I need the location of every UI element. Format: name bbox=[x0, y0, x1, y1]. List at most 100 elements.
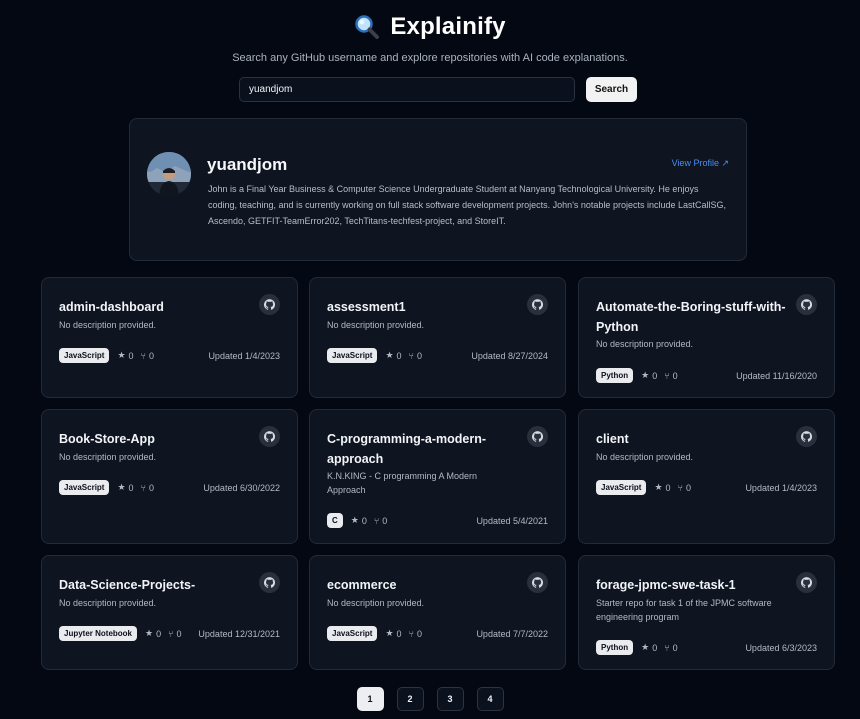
repo-description: No description provided. bbox=[327, 598, 425, 608]
pagination: 1 2 3 4 bbox=[0, 687, 860, 711]
title-row: Explainify bbox=[0, 10, 860, 44]
header: Explainify Search any GitHub username an… bbox=[0, 10, 860, 64]
language-badge: Python bbox=[596, 368, 634, 383]
repo-description: No description provided. bbox=[327, 320, 425, 330]
updated-date: Updated 11/16/2020 bbox=[736, 370, 817, 381]
repo-meta: JavaScript ★ 0 ⑂ 0 Updated 6/30/2022 bbox=[59, 480, 280, 495]
github-icon[interactable] bbox=[527, 294, 548, 315]
repo-meta: JavaScript ★ 0 ⑂ 0 Updated 1/4/2023 bbox=[59, 348, 280, 363]
star-icon: ★ bbox=[385, 628, 394, 638]
updated-date: Updated 1/4/2023 bbox=[745, 482, 817, 493]
app-subtitle: Search any GitHub username and explore r… bbox=[232, 52, 628, 64]
language-badge: C bbox=[327, 513, 343, 528]
repo-card[interactable]: Data-Science-Projects- No description pr… bbox=[41, 555, 298, 670]
repo-name: C-programming-a-modern-approach bbox=[327, 432, 487, 466]
repo-description: No description provided. bbox=[596, 339, 694, 349]
repo-name: Data-Science-Projects- bbox=[59, 578, 196, 592]
updated-date: Updated 1/4/2023 bbox=[208, 350, 280, 361]
language-badge: JavaScript bbox=[327, 626, 378, 641]
repo-description: Starter repo for task 1 of the JPMC soft… bbox=[596, 598, 772, 622]
repo-meta: JavaScript ★ 0 ⑂ 0 Updated 7/7/2022 bbox=[327, 626, 548, 641]
repo-meta: Python ★ 0 ⑂ 0 Updated 11/16/2020 bbox=[596, 368, 817, 383]
profile-card: yuandjom View Profile ↗ John is a Final … bbox=[129, 118, 747, 261]
star-icon: ★ bbox=[145, 628, 154, 638]
repo-name: admin-dashboard bbox=[59, 300, 164, 314]
fork-icon: ⑂ bbox=[140, 482, 146, 493]
forks-stat: ⑂ 0 bbox=[664, 370, 678, 381]
stars-stat: ★ 0 bbox=[145, 628, 162, 639]
view-profile-link[interactable]: View Profile ↗ bbox=[672, 158, 729, 169]
fork-icon: ⑂ bbox=[677, 482, 683, 493]
profile-username: yuandjom bbox=[207, 155, 288, 174]
updated-date: Updated 7/7/2022 bbox=[476, 628, 548, 639]
language-badge: JavaScript bbox=[59, 348, 110, 363]
repo-name: Book-Store-App bbox=[59, 432, 155, 446]
star-icon: ★ bbox=[385, 350, 394, 360]
github-icon[interactable] bbox=[796, 426, 817, 447]
stars-stat: ★ 0 bbox=[117, 482, 134, 493]
repo-meta: Python ★ 0 ⑂ 0 Updated 6/3/2023 bbox=[596, 640, 817, 655]
star-icon: ★ bbox=[350, 515, 359, 525]
fork-icon: ⑂ bbox=[664, 370, 670, 381]
repo-meta: Jupyter Notebook ★ 0 ⑂ 0 Updated 12/31/202… bbox=[59, 626, 280, 641]
repo-card[interactable]: Book-Store-App No description provided. … bbox=[41, 409, 298, 544]
fork-icon: ⑂ bbox=[168, 628, 174, 639]
magnifying-glass-icon bbox=[354, 14, 380, 40]
fork-icon: ⑂ bbox=[140, 350, 146, 361]
stars-stat: ★ 0 bbox=[385, 628, 402, 639]
repo-meta: JavaScript ★ 0 ⑂ 0 Updated 8/27/2024 bbox=[327, 348, 548, 363]
repo-description: No description provided. bbox=[596, 452, 694, 462]
repo-meta: C ★ 0 ⑂ 0 Updated 5/4/2021 bbox=[327, 513, 548, 528]
repo-description: No description provided. bbox=[59, 452, 157, 462]
language-badge: JavaScript bbox=[59, 480, 110, 495]
forks-stat: ⑂ 0 bbox=[664, 642, 678, 653]
repo-card[interactable]: admin-dashboard No description provided.… bbox=[41, 277, 298, 398]
github-icon[interactable] bbox=[259, 294, 280, 315]
repo-card[interactable]: forage-jpmc-swe-task-1 Starter repo for … bbox=[578, 555, 835, 670]
github-icon[interactable] bbox=[259, 572, 280, 593]
repo-description: K.N.KING - C programming A Modern Approa… bbox=[327, 471, 478, 495]
github-icon[interactable] bbox=[527, 426, 548, 447]
forks-stat: ⑂ 0 bbox=[408, 628, 422, 639]
star-icon: ★ bbox=[654, 482, 663, 492]
repo-card[interactable]: client No description provided. JavaScri… bbox=[578, 409, 835, 544]
repo-name: client bbox=[596, 432, 629, 446]
stars-stat: ★ 0 bbox=[641, 370, 658, 381]
app-title: Explainify bbox=[390, 13, 506, 40]
repo-name: assessment1 bbox=[327, 300, 406, 314]
search-button[interactable]: Search bbox=[586, 77, 637, 102]
updated-date: Updated 5/4/2021 bbox=[476, 515, 548, 526]
repo-name: Automate-the-Boring-stuff-with-Python bbox=[596, 300, 786, 334]
page-button-1[interactable]: 1 bbox=[356, 687, 384, 711]
stars-stat: ★ 0 bbox=[385, 350, 402, 361]
github-icon[interactable] bbox=[527, 572, 548, 593]
fork-icon: ⑂ bbox=[408, 628, 414, 639]
github-icon[interactable] bbox=[796, 294, 817, 315]
page-button-2[interactable]: 2 bbox=[396, 687, 424, 711]
repo-card[interactable]: Automate-the-Boring-stuff-with-Python No… bbox=[578, 277, 835, 398]
language-badge: JavaScript bbox=[596, 480, 647, 495]
fork-icon: ⑂ bbox=[408, 350, 414, 361]
page-button-4[interactable]: 4 bbox=[476, 687, 504, 711]
language-badge: JavaScript bbox=[327, 348, 378, 363]
forks-stat: ⑂ 0 bbox=[373, 515, 388, 526]
page-button-3[interactable]: 3 bbox=[436, 687, 464, 711]
forks-stat: ⑂ 0 bbox=[677, 482, 691, 493]
profile-bio: John is a Final Year Business & Computer… bbox=[208, 184, 726, 226]
fork-icon: ⑂ bbox=[373, 515, 380, 526]
github-icon[interactable] bbox=[259, 426, 280, 447]
github-icon[interactable] bbox=[796, 572, 817, 593]
search-input[interactable] bbox=[239, 77, 575, 102]
stars-stat: ★ 0 bbox=[654, 482, 671, 493]
updated-date: Updated 8/27/2024 bbox=[471, 350, 548, 361]
repo-card[interactable]: assessment1 No description provided. Jav… bbox=[309, 277, 566, 398]
star-icon: ★ bbox=[641, 642, 650, 652]
repo-card[interactable]: ecommerce No description provided. JavaS… bbox=[309, 555, 566, 670]
language-badge: Jupyter Notebook bbox=[59, 626, 138, 641]
star-icon: ★ bbox=[117, 350, 126, 360]
repo-meta: JavaScript ★ 0 ⑂ 0 Updated 1/4/2023 bbox=[596, 480, 817, 495]
repo-card[interactable]: C-programming-a-modern-approach K.N.KING… bbox=[309, 409, 566, 544]
updated-date: Updated 6/3/2023 bbox=[745, 642, 817, 653]
forks-stat: ⑂ 0 bbox=[168, 628, 182, 639]
stars-stat: ★ 0 bbox=[117, 350, 134, 361]
